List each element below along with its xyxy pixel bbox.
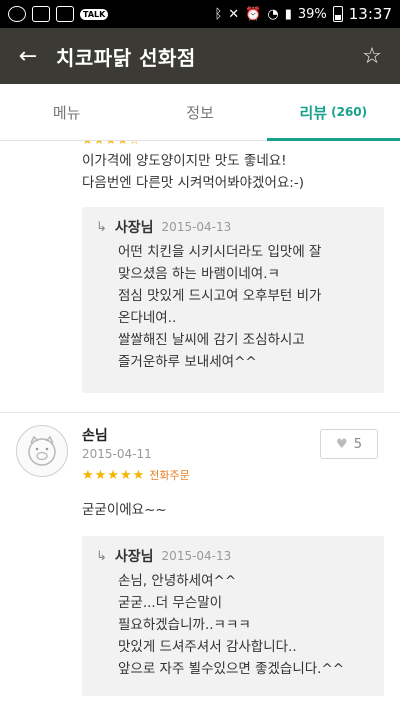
rating-stars: ★★★★★ bbox=[82, 467, 146, 483]
review-item: 이가격에 양도양이지만 맛도 좋네요! 다음번엔 다른맛 시켜먹어봐야겠어요:-… bbox=[82, 150, 382, 194]
review-text-line: 다음번엔 다른맛 시켜먹어봐야겠어요:-) bbox=[82, 175, 304, 191]
reply-arrow-icon: ↳ bbox=[96, 219, 107, 235]
reply-line: 어떤 치킨을 시키시더라도 입맛에 잘 bbox=[118, 244, 322, 260]
reply-line: 앞으로 자주 뵐수있으면 좋겠습니다.^^ bbox=[118, 661, 345, 677]
reply-author: 사장님 bbox=[114, 220, 154, 236]
image-notification-icon bbox=[32, 6, 50, 22]
mute-icon: ✕ bbox=[228, 6, 240, 22]
tab-menu[interactable]: 메뉴 bbox=[0, 84, 133, 140]
reply-line: 온다네여.. bbox=[118, 310, 177, 326]
reply-date: 2015-04-13 bbox=[161, 549, 232, 563]
system-icons: ᛒ ✕ ⏰ ◔ ▮ 39% 13:37 bbox=[214, 5, 392, 23]
app-notification-icon bbox=[8, 6, 26, 22]
tab-menu-label: 메뉴 bbox=[52, 103, 81, 122]
reply-line: 손님, 안녕하세여^^ bbox=[118, 573, 237, 589]
tab-bar: 메뉴 정보 리뷰 (260) bbox=[0, 84, 400, 141]
notification-icons: TALK bbox=[8, 6, 109, 22]
owner-reply: ↳ 사장님 2015-04-13 어떤 치킨을 시키시더라도 입맛에 잘 맞으셨… bbox=[82, 207, 384, 393]
review-meta: 손님 2015-04-11 ★★★★★ 전화주문 bbox=[82, 425, 190, 483]
bluetooth-icon: ᛒ bbox=[214, 6, 223, 22]
reply-arrow-icon: ↳ bbox=[96, 548, 107, 564]
reply-line: 굳굳...더 무슨말이 bbox=[118, 595, 223, 611]
review-text-line: 이가격에 양도양이지만 맛도 좋네요! bbox=[82, 153, 287, 169]
reply-line: 맛있게 드셔주셔서 감사합니다.. bbox=[118, 639, 297, 655]
battery-percent: 39% bbox=[297, 6, 327, 22]
avatar bbox=[16, 425, 68, 477]
reply-line: 맞으셨음 하는 바램이네여.ㅋ bbox=[118, 266, 280, 282]
review-date: 2015-04-11 bbox=[82, 447, 152, 461]
review-divider bbox=[0, 412, 400, 413]
reply-line: 점심 맛있게 드시고여 오후부턴 비가 bbox=[118, 288, 322, 304]
battery-icon bbox=[332, 6, 343, 22]
reviewer-name: 손님 bbox=[82, 428, 108, 444]
page-title: 치코파닭 선화점 bbox=[56, 45, 196, 70]
partial-rating-stars: ★★★★☆ bbox=[82, 141, 141, 147]
like-count: 5 bbox=[353, 436, 362, 452]
clock: 13:37 bbox=[348, 5, 392, 23]
pig-avatar-icon bbox=[28, 435, 56, 466]
back-arrow-icon[interactable]: ← bbox=[0, 28, 56, 84]
review-list[interactable]: ★★★★☆ 이가격에 양도양이지만 맛도 좋네요! 다음번엔 다른맛 시켜먹어봐… bbox=[0, 141, 400, 711]
rating-row: ★★★★★ 전화주문 bbox=[82, 467, 190, 483]
review-text: 굳굳이에요~~ bbox=[82, 502, 167, 518]
order-type-badge: 전화주문 bbox=[149, 469, 190, 482]
tab-reviews-label: 리뷰 bbox=[299, 103, 328, 122]
signal-icon: ▮ bbox=[284, 6, 292, 22]
reply-header: ↳ 사장님 2015-04-13 bbox=[96, 217, 370, 237]
tab-info[interactable]: 정보 bbox=[133, 84, 266, 140]
app-bar: ← 치코파닭 선화점 ☆ bbox=[0, 28, 400, 84]
reply-author: 사장님 bbox=[114, 549, 154, 565]
talk-notification-icon: TALK bbox=[80, 8, 109, 20]
status-bar: TALK ᛒ ✕ ⏰ ◔ ▮ 39% 13:37 bbox=[0, 0, 400, 28]
wifi-icon: ◔ bbox=[267, 6, 279, 22]
tab-info-label: 정보 bbox=[186, 103, 214, 122]
favorite-star-icon[interactable]: ☆ bbox=[344, 28, 400, 84]
heart-icon: ♥ bbox=[336, 436, 348, 452]
tab-reviews[interactable]: 리뷰 (260) bbox=[266, 84, 400, 141]
review-count: (260) bbox=[331, 105, 368, 119]
reply-line: 쌀쌀해진 날씨에 감기 조심하시고 bbox=[118, 332, 305, 348]
reply-line: 즐거운하루 보내세여^^ bbox=[118, 354, 257, 370]
mail-notification-icon bbox=[56, 6, 74, 22]
like-button[interactable]: ♥ 5 bbox=[320, 429, 378, 459]
reply-line: 필요하겠습니까..ㅋㅋㅋ bbox=[118, 617, 251, 633]
reply-header: ↳ 사장님 2015-04-13 bbox=[96, 546, 370, 566]
alarm-icon: ⏰ bbox=[245, 6, 262, 22]
owner-reply: ↳ 사장님 2015-04-13 손님, 안녕하세여^^ 굳굳...더 무슨말이… bbox=[82, 536, 384, 696]
review-header: 손님 2015-04-11 ★★★★★ 전화주문 ♥ 5 bbox=[16, 425, 400, 483]
reply-date: 2015-04-13 bbox=[161, 220, 232, 234]
